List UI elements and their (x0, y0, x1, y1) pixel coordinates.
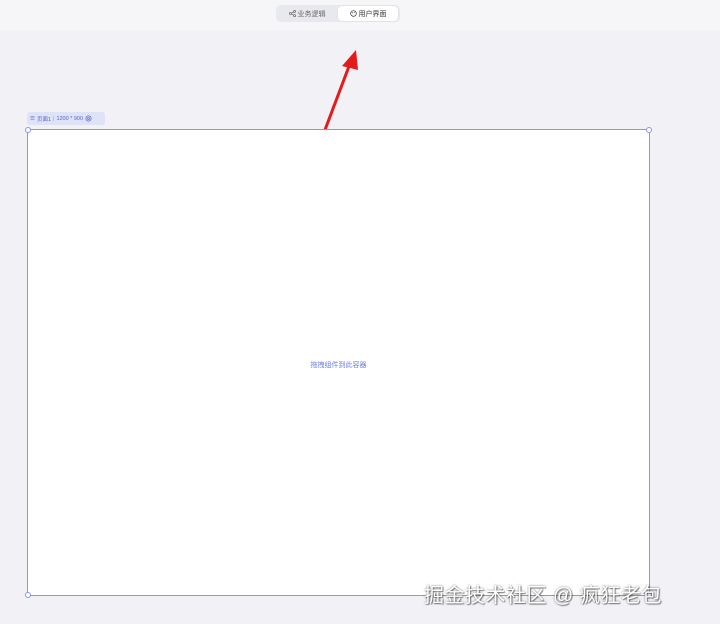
divider: | (53, 115, 55, 122)
list-icon: ☰ (30, 115, 35, 122)
resize-handle-bottom-left[interactable] (25, 592, 31, 598)
tab-business-logic-label: 业务逻辑 (297, 10, 326, 18)
page-label-badge[interactable]: ☰ 页面1 | 1200 * 900 (27, 112, 105, 125)
tab-user-interface[interactable]: 用户界面 (338, 6, 398, 21)
resize-handle-top-left[interactable] (25, 127, 31, 133)
share-nodes-icon (288, 10, 296, 17)
tab-user-interface-label: 用户界面 (358, 10, 387, 18)
settings-icon[interactable] (85, 115, 92, 122)
page-name: 页面1 (36, 116, 51, 123)
view-switcher: 业务逻辑 用户界面 (276, 5, 400, 22)
palette-icon (349, 10, 357, 17)
page-size: 1200 * 900 (56, 115, 84, 122)
tab-business-logic[interactable]: 业务逻辑 (278, 6, 336, 21)
resize-handle-top-right[interactable] (646, 127, 652, 133)
drop-placeholder: 拖拽组件到此容器 (310, 362, 367, 369)
watermark: 掘金技术社区 @ 疯狂老包 (424, 585, 662, 607)
top-toolbar: 业务逻辑 用户界面 (0, 0, 720, 30)
page-canvas[interactable]: 拖拽组件到此容器 (25, 127, 652, 598)
